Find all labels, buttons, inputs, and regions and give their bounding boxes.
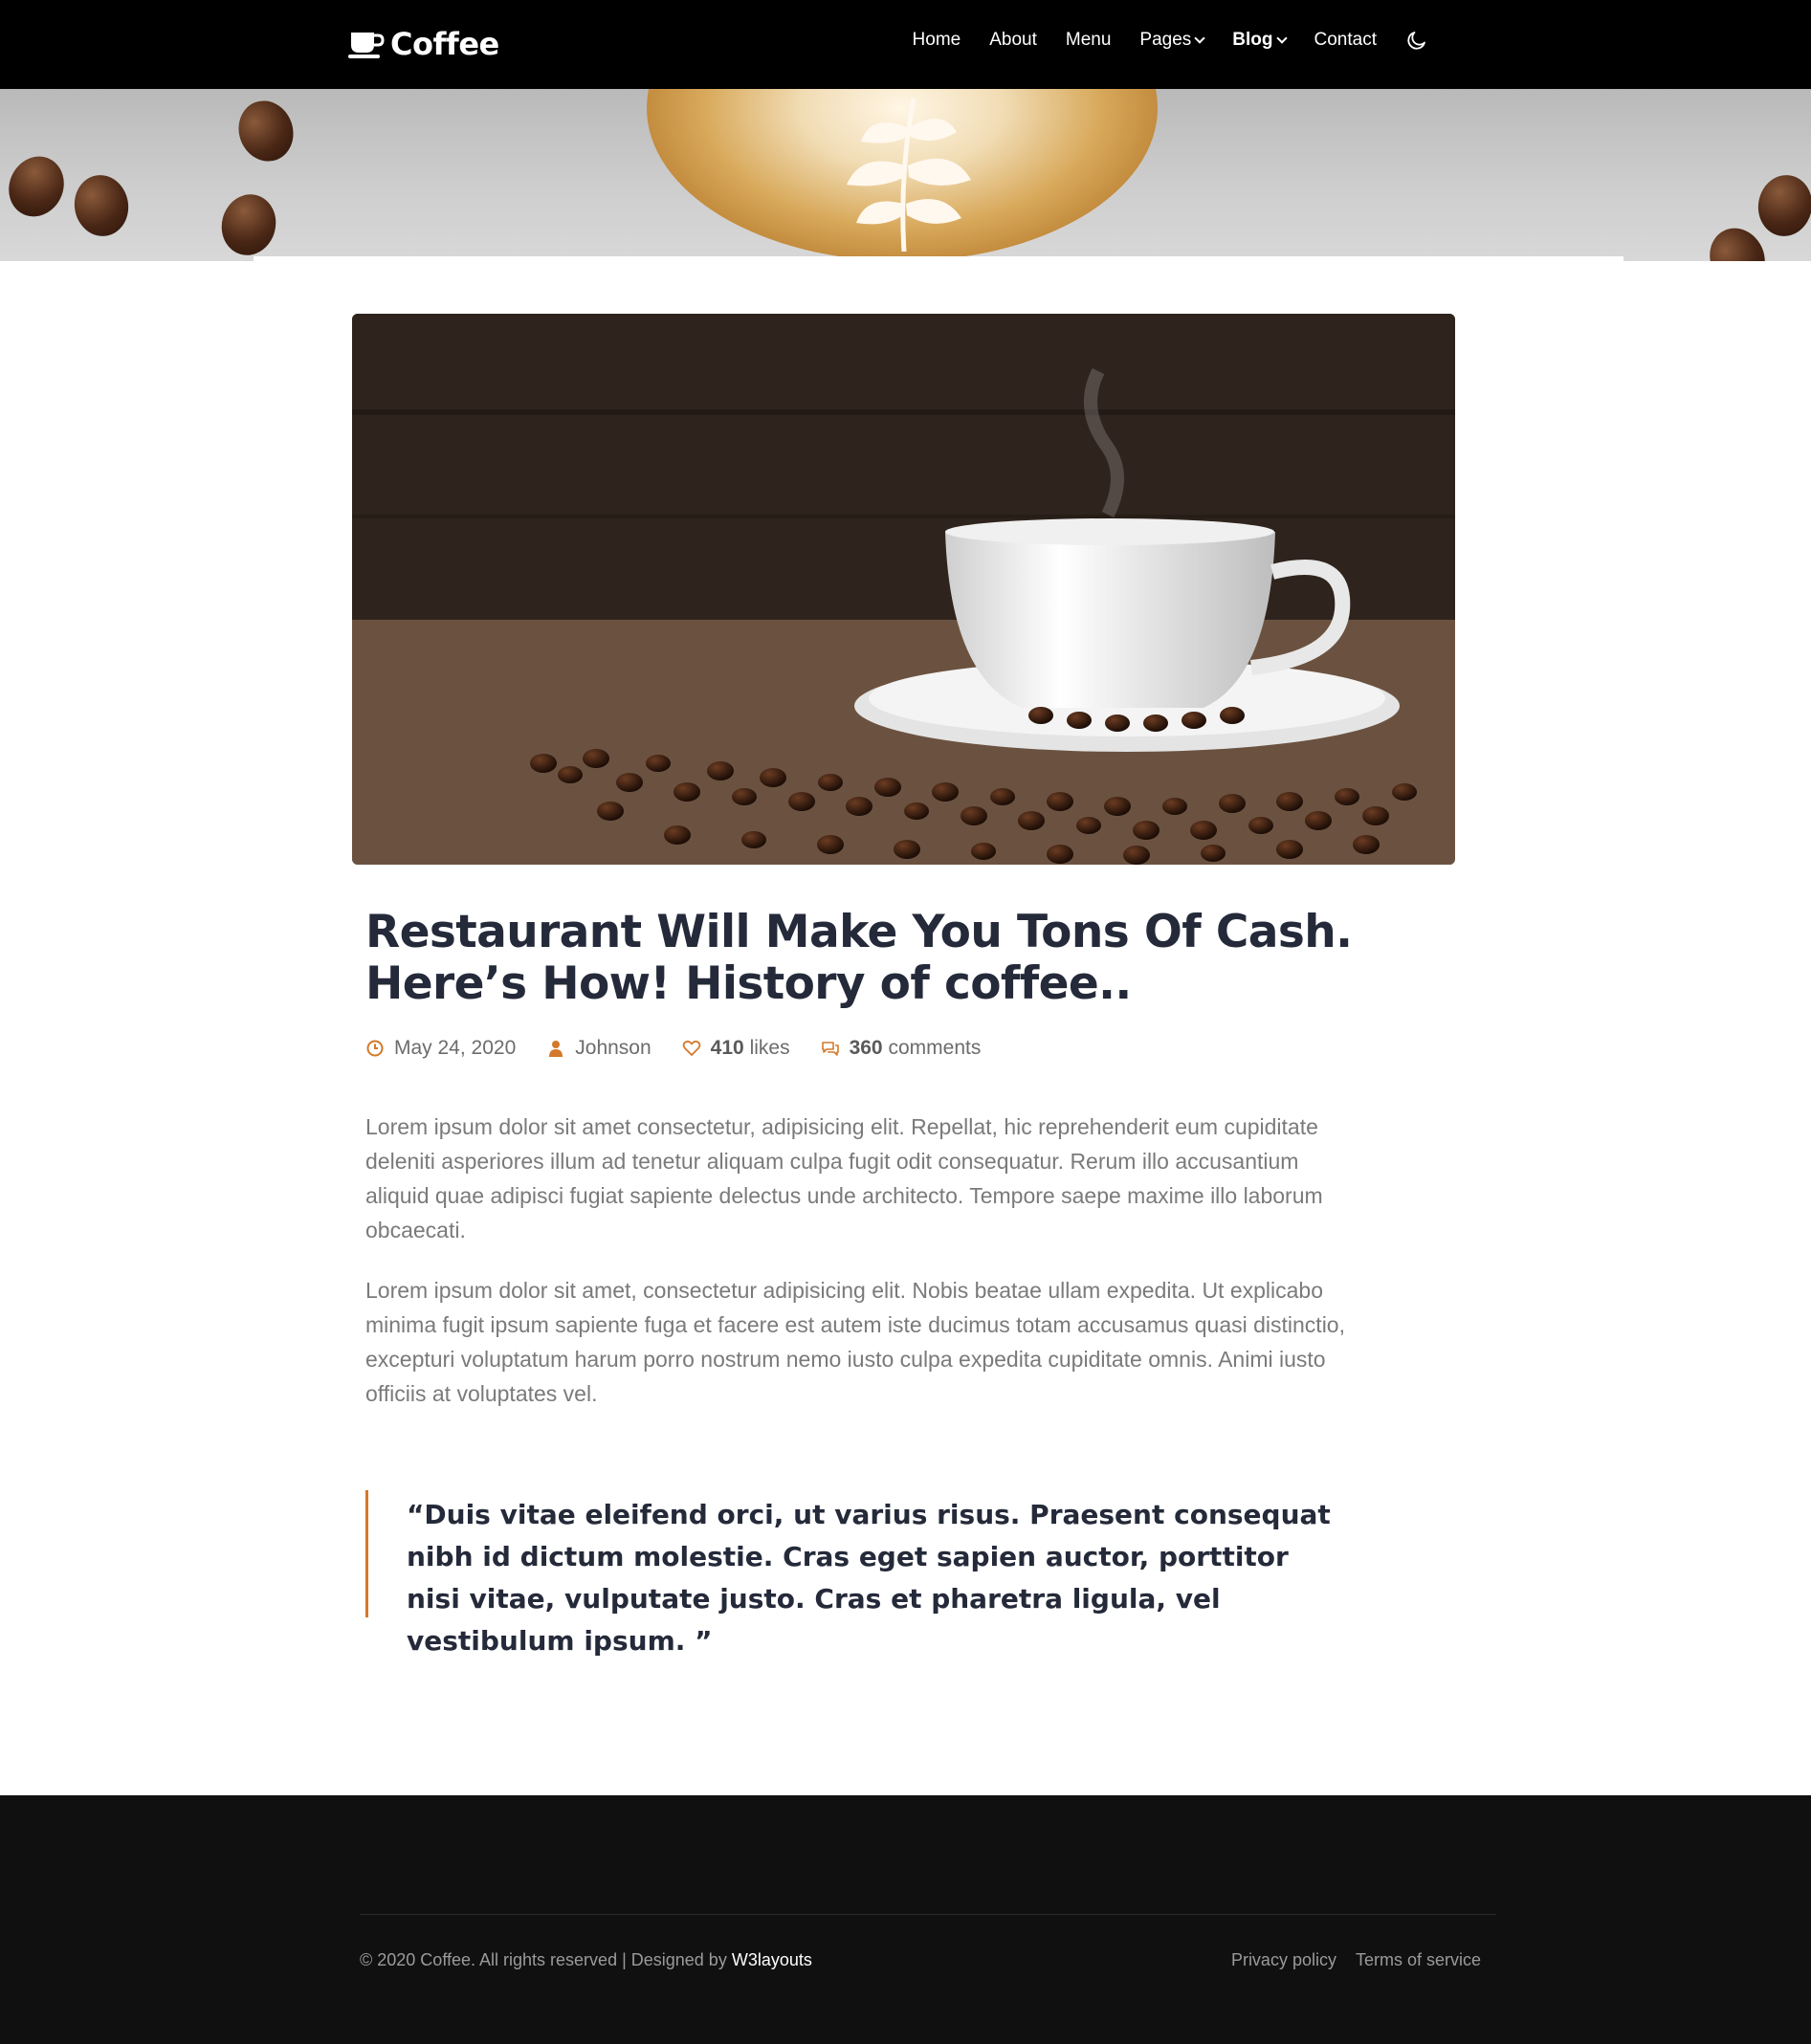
- comments-icon: [821, 1042, 839, 1056]
- article-title: Restaurant Will Make You Tons Of Cash. H…: [365, 906, 1353, 1010]
- coffee-bean-image: [214, 187, 283, 261]
- footer: © 2020 Coffee. All rights reserved | Des…: [0, 1795, 1811, 2044]
- chevron-down-icon: [1194, 32, 1205, 44]
- coffee-cup-photo: [352, 314, 1455, 865]
- article-hero-image: [352, 314, 1455, 865]
- nav-blog-dropdown[interactable]: Blog: [1232, 30, 1288, 51]
- terms-of-service-link[interactable]: Terms of service: [1356, 1950, 1481, 1970]
- meta-likes-count: 410: [710, 1037, 744, 1059]
- meta-likes-label: likes: [749, 1037, 790, 1059]
- main-nav: Home About Menu Pages Blog Contact: [913, 29, 1428, 52]
- article-paragraph: Lorem ipsum dolor sit amet consectetur, …: [365, 1114, 1323, 1242]
- meta-date-text: May 24, 2020: [394, 1037, 517, 1059]
- blockquote-text: “Duis vitae eleifend orci, ut varius ris…: [407, 1499, 1331, 1657]
- navbar: Coffee Home About Menu Pages Blog Contac…: [0, 0, 1811, 89]
- meta-author[interactable]: Johnson: [546, 1037, 652, 1060]
- chevron-down-icon: [1275, 32, 1288, 44]
- nav-home-label: Home: [912, 30, 961, 50]
- moon-icon[interactable]: [1405, 29, 1428, 52]
- footer-links: Privacy policy Terms of service: [1231, 1950, 1481, 1970]
- coffee-bean-image: [0, 147, 74, 226]
- nav-blog-label: Blog: [1232, 30, 1273, 50]
- meta-comments[interactable]: 360 comments: [821, 1037, 982, 1060]
- nav-menu[interactable]: Menu: [1066, 30, 1112, 51]
- clock-icon: [366, 1040, 384, 1057]
- meta-author-text: Johnson: [575, 1037, 652, 1059]
- nav-menu-label: Menu: [1065, 30, 1112, 50]
- copyright-text: © 2020 Coffee. All rights reserved | Des…: [360, 1950, 727, 1969]
- article-paragraph: Lorem ipsum dolor sit amet, consectetur …: [365, 1278, 1345, 1406]
- content-card-top: [254, 256, 1623, 266]
- user-icon: [549, 1041, 563, 1057]
- nav-contact[interactable]: Contact: [1314, 30, 1377, 51]
- copyright: © 2020 Coffee. All rights reserved | Des…: [360, 1950, 812, 1970]
- latte-art-image: [847, 98, 971, 252]
- nav-about-label: About: [989, 30, 1037, 50]
- nav-pages-label: Pages: [1139, 30, 1192, 50]
- article-blockquote: “Duis vitae eleifend orci, ut varius ris…: [365, 1490, 1351, 1657]
- designer-link[interactable]: W3layouts: [732, 1950, 812, 1969]
- meta-likes[interactable]: 410 likes: [682, 1037, 790, 1060]
- coffee-cup-icon: [348, 33, 385, 58]
- footer-divider: [360, 1914, 1496, 1915]
- nav-pages-dropdown[interactable]: Pages: [1139, 30, 1205, 51]
- coffee-bean-image: [69, 170, 134, 241]
- coffee-bean-image: [1753, 170, 1811, 241]
- heart-icon: [682, 1040, 700, 1056]
- coffee-bean-image: [230, 93, 302, 169]
- privacy-policy-link[interactable]: Privacy policy: [1231, 1950, 1336, 1970]
- nav-about[interactable]: About: [989, 30, 1037, 51]
- brand-name: Coffee: [390, 26, 499, 62]
- meta-comments-count: 360: [849, 1037, 883, 1059]
- meta-date: May 24, 2020: [365, 1037, 516, 1060]
- meta-comments-label: comments: [888, 1037, 982, 1059]
- nav-contact-label: Contact: [1314, 30, 1377, 50]
- brand-logo[interactable]: Coffee: [348, 23, 499, 65]
- nav-home[interactable]: Home: [913, 30, 961, 51]
- article-meta: May 24, 2020 Johnson 410 likes 360 comme…: [365, 1037, 981, 1060]
